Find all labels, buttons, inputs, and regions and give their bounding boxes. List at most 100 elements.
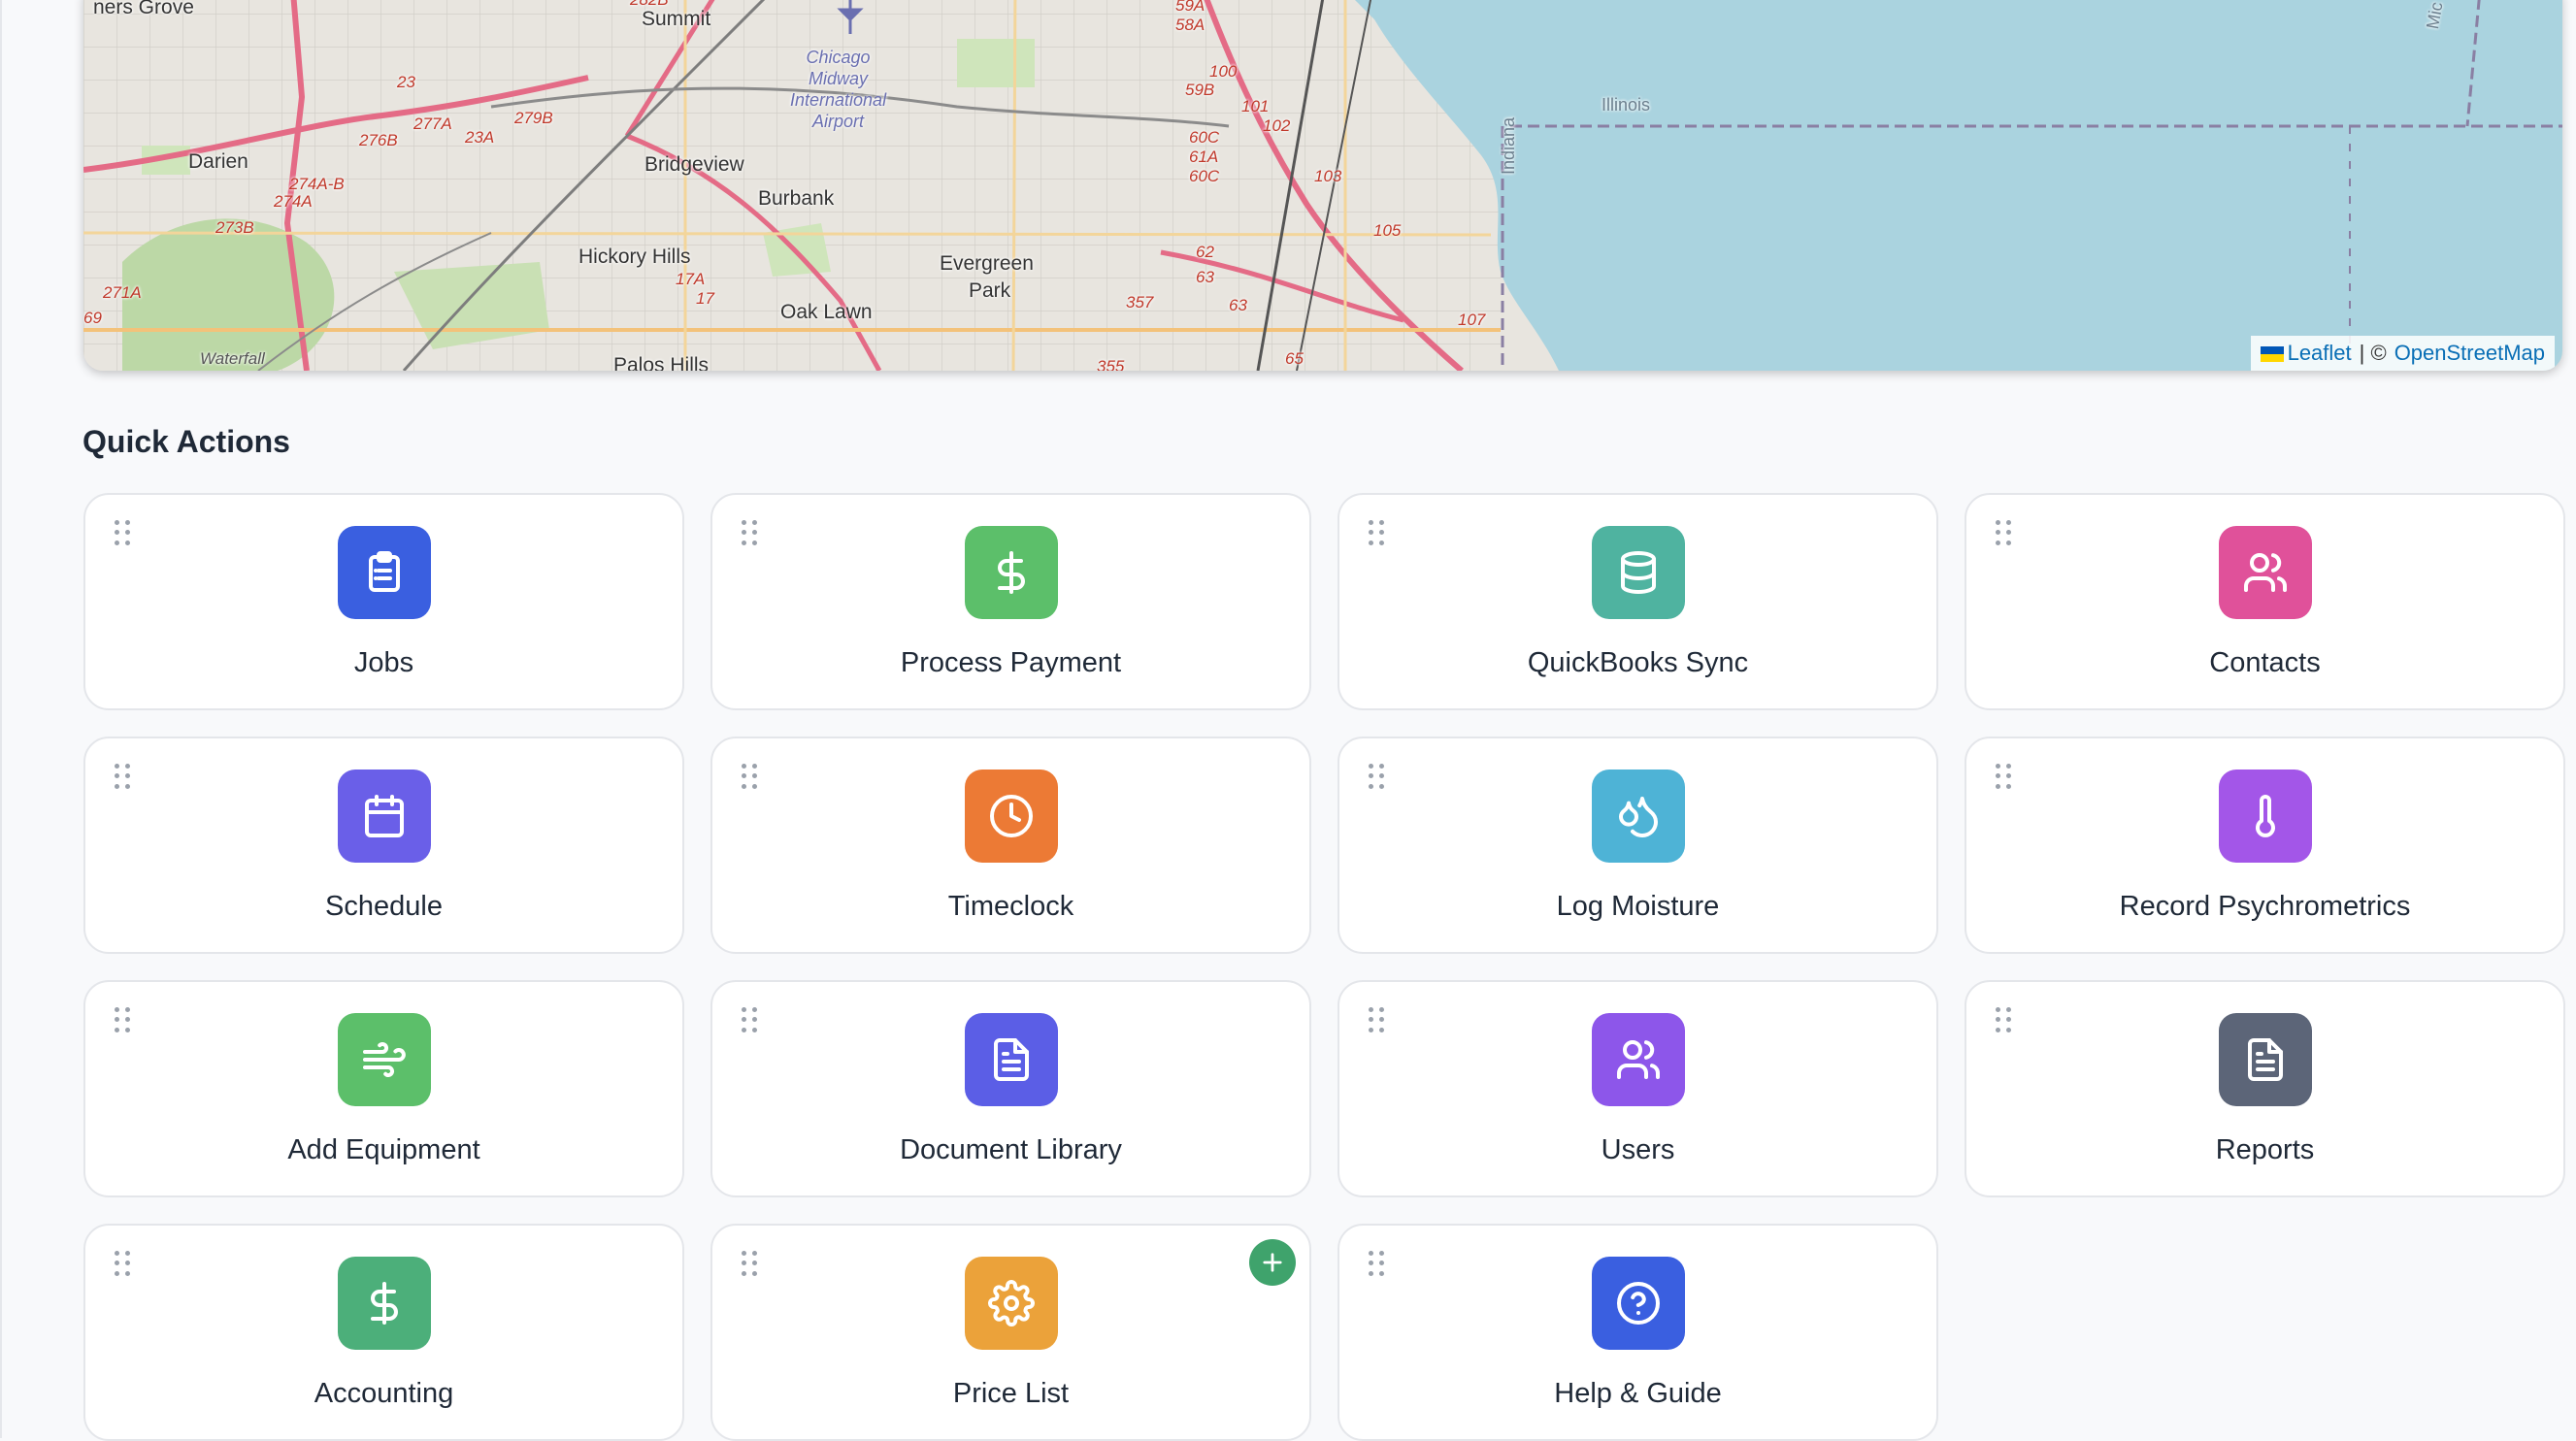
page-left-border: [0, 0, 2, 1438]
drag-handle-icon[interactable]: [742, 764, 759, 789]
drag-handle-icon[interactable]: [1369, 1007, 1386, 1032]
quick-action-label: QuickBooks Sync: [1527, 647, 1749, 678]
quick-action-help-and-guide[interactable]: Help & Guide: [1338, 1224, 1938, 1441]
quick-action-process-payment[interactable]: Process Payment: [710, 493, 1311, 710]
quick-action-price-list[interactable]: Price List: [710, 1224, 1311, 1441]
drag-handle-icon[interactable]: [1996, 764, 2013, 789]
help-circle-icon: [1615, 1280, 1662, 1326]
drag-handle-icon[interactable]: [115, 764, 132, 789]
map-state-label: Indiana: [1499, 116, 1518, 175]
map-route-label: 17A: [676, 270, 706, 288]
drag-handle-icon[interactable]: [1369, 520, 1386, 545]
airport-line: Chicago: [806, 48, 871, 67]
drag-handle-icon[interactable]: [115, 1007, 132, 1032]
map-route-label: 101: [1241, 97, 1270, 115]
quick-action-label: Users: [1601, 1134, 1675, 1165]
map-route-label: 60C: [1189, 128, 1220, 147]
airport-line: Midway: [809, 69, 869, 88]
quick-action-record-psychrometrics[interactable]: Record Psychrometrics: [1965, 737, 2565, 954]
map-route-label: 279B: [514, 109, 553, 127]
quick-action-timeclock[interactable]: Timeclock: [710, 737, 1311, 954]
quick-action-icon-tile: [964, 770, 1058, 863]
map-route-label: 357: [1126, 293, 1154, 311]
document-icon: [2242, 1036, 2289, 1083]
quick-action-icon-tile: [337, 526, 431, 619]
quick-action-log-moisture[interactable]: Log Moisture: [1338, 737, 1938, 954]
quick-action-label: Accounting: [314, 1378, 454, 1409]
quick-action-icon-tile: [337, 770, 431, 863]
quick-action-reports[interactable]: Reports: [1965, 980, 2565, 1197]
leaflet-link[interactable]: Leaflet: [2260, 341, 2352, 366]
calendar-icon: [361, 793, 408, 839]
map-place-label: Summit: [642, 8, 711, 30]
quick-action-icon-tile: [964, 1257, 1058, 1350]
map-route-label: 63: [1196, 268, 1214, 286]
gear-icon: [987, 1280, 1035, 1326]
plus-icon: [1263, 1253, 1282, 1272]
quick-action-icon-tile: [1591, 1013, 1685, 1106]
droplets-icon: [1615, 793, 1662, 839]
map-widget[interactable]: ners Grove Summit Darien Bridgeview Burb…: [83, 0, 2562, 371]
map-place-label: Oak Lawn: [780, 301, 873, 323]
dollar-icon: [988, 549, 1035, 596]
quick-action-icon-tile: [2218, 526, 2312, 619]
map-route-label: 273B: [215, 218, 254, 237]
drag-handle-icon[interactable]: [115, 520, 132, 545]
drag-handle-icon[interactable]: [742, 520, 759, 545]
map-place-label: Waterfall: [200, 349, 265, 368]
drag-handle-icon[interactable]: [742, 1251, 759, 1276]
drag-handle-icon[interactable]: [115, 1251, 132, 1276]
quick-action-label: Log Moisture: [1556, 891, 1720, 922]
wind-icon: [361, 1036, 408, 1083]
dollar-icon: [361, 1280, 408, 1326]
quick-action-users[interactable]: Users: [1338, 980, 1938, 1197]
drag-handle-icon[interactable]: [1369, 1251, 1386, 1276]
drag-handle-icon[interactable]: [1369, 764, 1386, 789]
quick-action-jobs[interactable]: Jobs: [83, 493, 684, 710]
add-quick-action-button[interactable]: [1249, 1239, 1296, 1286]
map-route-label: 60C: [1189, 167, 1220, 185]
quick-actions-title: Quick Actions: [83, 424, 290, 459]
clipboard-icon: [361, 549, 408, 596]
quick-action-document-library[interactable]: Document Library: [710, 980, 1311, 1197]
map-place-label: ners Grove: [93, 0, 194, 18]
quick-action-accounting[interactable]: Accounting: [83, 1224, 684, 1441]
map-route-label: 23: [397, 73, 415, 91]
map-place-label: Darien: [188, 150, 248, 173]
quick-action-label: Record Psychrometrics: [2119, 891, 2411, 922]
map-route-label: 274A-B: [289, 175, 345, 193]
map-route-label: 23A: [465, 128, 495, 147]
map-airport-label: Chicago Midway International Airport: [790, 47, 886, 132]
map-place-label: Evergreen: [940, 252, 1034, 275]
leaflet-link-text: Leaflet: [2287, 341, 2352, 365]
map-route-label: 59B: [1185, 81, 1215, 99]
quick-action-quickbooks-sync[interactable]: QuickBooks Sync: [1338, 493, 1938, 710]
quick-action-contacts[interactable]: Contacts: [1965, 493, 2565, 710]
quick-action-icon-tile: [1591, 1257, 1685, 1350]
quick-action-schedule[interactable]: Schedule: [83, 737, 684, 954]
map-route-label: 271A: [103, 283, 142, 302]
quick-action-icon-tile: [2218, 1013, 2312, 1106]
quick-action-icon-tile: [2218, 770, 2312, 863]
drag-handle-icon[interactable]: [1996, 1007, 2013, 1032]
quick-action-add-equipment[interactable]: Add Equipment: [83, 980, 684, 1197]
map-route-label: 103: [1314, 167, 1342, 185]
airport-line: International: [790, 90, 887, 110]
map-route-label: 59A: [1175, 0, 1205, 15]
users-icon: [2242, 549, 2289, 596]
map-route-label: 17: [696, 289, 714, 308]
ukraine-flag-icon: [2260, 346, 2284, 363]
map-place-label: Palos Hills: [613, 354, 710, 371]
quick-action-icon-tile: [1591, 526, 1685, 619]
quick-actions-grid: Jobs Process Payment QuickBooks Sync Con…: [83, 493, 2566, 1441]
quick-action-label: Timeclock: [947, 891, 1074, 922]
drag-handle-icon[interactable]: [742, 1007, 759, 1032]
map-place-label: Bridgeview: [644, 153, 744, 176]
map-route-label: 105: [1373, 221, 1402, 240]
drag-handle-icon[interactable]: [1996, 520, 2013, 545]
openstreetmap-link[interactable]: OpenStreetMap: [2394, 341, 2545, 366]
quick-action-label: Price List: [952, 1378, 1070, 1409]
map-attribution: Leaflet | © OpenStreetMap: [2250, 336, 2555, 371]
quick-action-icon-tile: [964, 1013, 1058, 1106]
quick-action-label: Add Equipment: [287, 1134, 480, 1165]
